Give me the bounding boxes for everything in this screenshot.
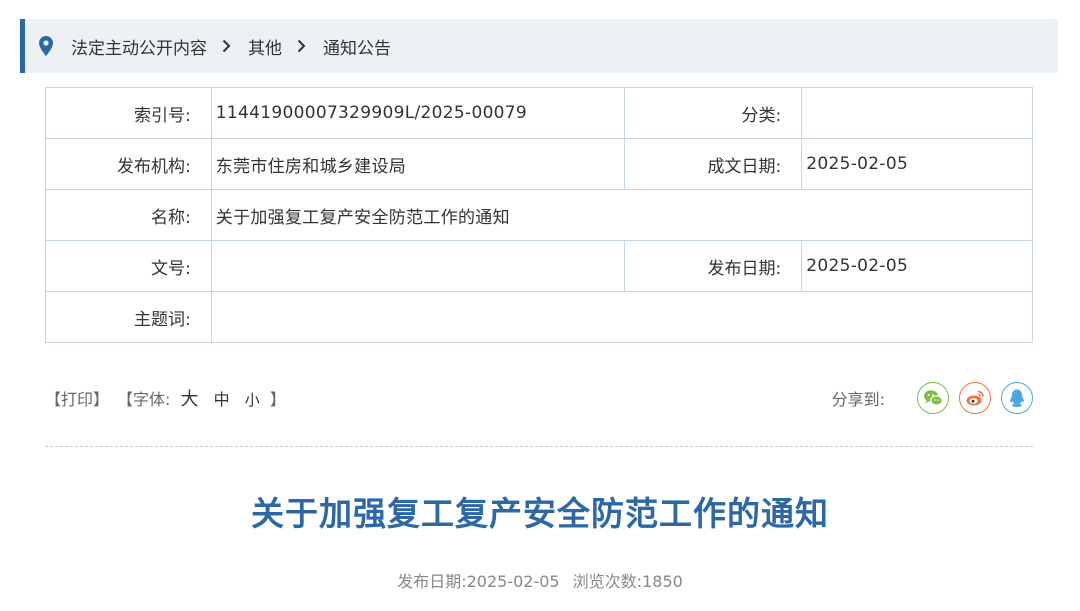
qq-icon[interactable] bbox=[1001, 382, 1033, 414]
index-label: 索引号: bbox=[45, 87, 212, 139]
page: 法定主动公开内容 其他 通知公告 索引号: 11441900007329909L… bbox=[0, 0, 1080, 611]
weibo-icon[interactable] bbox=[959, 382, 991, 414]
publisher-label: 发布机构: bbox=[45, 138, 212, 190]
font-size-medium-button[interactable]: 中 bbox=[214, 390, 230, 409]
article-publish-date: 2025-02-05 bbox=[466, 572, 560, 591]
font-size-group: 【字体: 大 中 小 】 bbox=[117, 385, 286, 411]
breadcrumb: 法定主动公开内容 其他 通知公告 bbox=[20, 19, 1058, 73]
font-size-large-button[interactable]: 大 bbox=[181, 389, 199, 410]
breadcrumb-item-notices[interactable]: 通知公告 bbox=[323, 34, 391, 59]
index-value: 11441900007329909L/2025-00079 bbox=[210, 87, 625, 139]
doc-no-value bbox=[210, 240, 625, 292]
publisher-value: 东莞市住房和城乡建设局 bbox=[210, 138, 625, 190]
publish-date-value: 2025-02-05 bbox=[801, 240, 1033, 292]
breadcrumb-item-other[interactable]: 其他 bbox=[248, 34, 282, 59]
article-toolbar: 【打印】 【字体: 大 中 小 】 分享到: bbox=[45, 380, 1033, 416]
breadcrumb-item-public-content[interactable]: 法定主动公开内容 bbox=[71, 34, 207, 59]
chevron-right-icon bbox=[297, 39, 306, 53]
name-value: 关于加强复工复产安全防范工作的通知 bbox=[210, 189, 1034, 241]
keywords-value bbox=[210, 291, 1034, 343]
doc-no-label: 文号: bbox=[45, 240, 212, 292]
article-publish-date-label: 发布日期: bbox=[397, 572, 467, 591]
toolbar-left: 【打印】 【字体: 大 中 小 】 bbox=[45, 385, 286, 411]
keywords-label: 主题词: bbox=[45, 291, 212, 343]
location-pin-icon bbox=[39, 36, 53, 56]
chevron-right-icon bbox=[222, 39, 231, 53]
font-size-label: 【字体: bbox=[117, 390, 171, 409]
table-row: 主题词: bbox=[45, 291, 1034, 343]
share-label: 分享到: bbox=[831, 390, 885, 409]
wechat-icon[interactable] bbox=[917, 382, 949, 414]
views-count: 1850 bbox=[642, 572, 683, 591]
publish-date-label: 发布日期: bbox=[623, 240, 803, 292]
views-label: 浏览次数: bbox=[572, 572, 643, 591]
article-title: 关于加强复工复产安全防范工作的通知 bbox=[251, 494, 829, 533]
written-date-value: 2025-02-05 bbox=[801, 138, 1033, 190]
print-button[interactable]: 【打印】 bbox=[45, 386, 109, 410]
document-meta-table: 索引号: 11441900007329909L/2025-00079 分类: 发… bbox=[45, 87, 1034, 343]
name-label: 名称: bbox=[45, 189, 212, 241]
category-label: 分类: bbox=[623, 87, 803, 139]
table-row: 文号: 发布日期: 2025-02-05 bbox=[45, 240, 1033, 292]
written-date-label: 成文日期: bbox=[623, 138, 803, 190]
share-group: 分享到: bbox=[832, 382, 1033, 414]
category-value bbox=[801, 87, 1033, 139]
table-row: 索引号: 11441900007329909L/2025-00079 分类: bbox=[45, 87, 1033, 139]
divider bbox=[45, 446, 1033, 447]
table-row: 发布机构: 东莞市住房和城乡建设局 成文日期: 2025-02-05 bbox=[45, 138, 1033, 190]
article-meta: 发布日期:2025-02-05 浏览次数:1850 bbox=[0, 568, 1080, 592]
font-size-close-bracket: 】 bbox=[269, 390, 286, 409]
table-row: 名称: 关于加强复工复产安全防范工作的通知 bbox=[45, 189, 1034, 241]
font-size-small-button[interactable]: 小 bbox=[245, 391, 260, 409]
